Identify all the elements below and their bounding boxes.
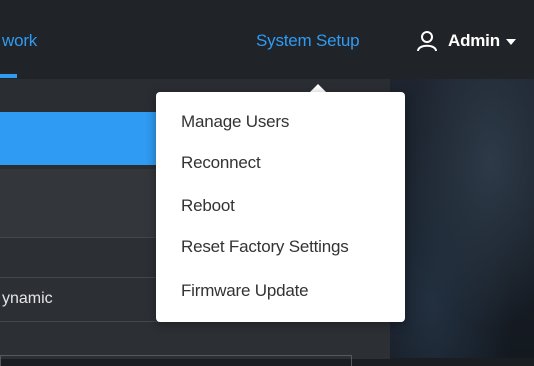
nav-tab-network[interactable]: work xyxy=(0,0,37,79)
menu-item-manage-users[interactable]: Manage Users xyxy=(181,112,289,132)
nav-tab-system-setup[interactable]: System Setup xyxy=(256,0,360,79)
user-menu-toggle[interactable]: Admin xyxy=(416,0,516,79)
user-name-label: Admin xyxy=(448,30,500,50)
user-icon xyxy=(417,30,437,51)
caret-down-icon xyxy=(505,38,516,45)
top-nav-bar: work System Setup Admin xyxy=(0,0,534,79)
menu-item-firmware-update[interactable]: Firmware Update xyxy=(181,281,309,301)
settings-input-field[interactable] xyxy=(0,355,352,366)
system-setup-dropdown: Manage Users Reconnect Reboot Reset Fact… xyxy=(156,92,405,322)
menu-item-reconnect[interactable]: Reconnect xyxy=(181,153,261,173)
settings-row xyxy=(0,321,390,359)
background-image xyxy=(390,79,534,358)
menu-item-reboot[interactable]: Reboot xyxy=(181,196,235,216)
active-tab-indicator xyxy=(0,74,17,78)
dropdown-pointer xyxy=(310,84,326,92)
connection-type-value: ynamic xyxy=(2,290,53,307)
menu-item-reset-factory-settings[interactable]: Reset Factory Settings xyxy=(181,237,349,257)
